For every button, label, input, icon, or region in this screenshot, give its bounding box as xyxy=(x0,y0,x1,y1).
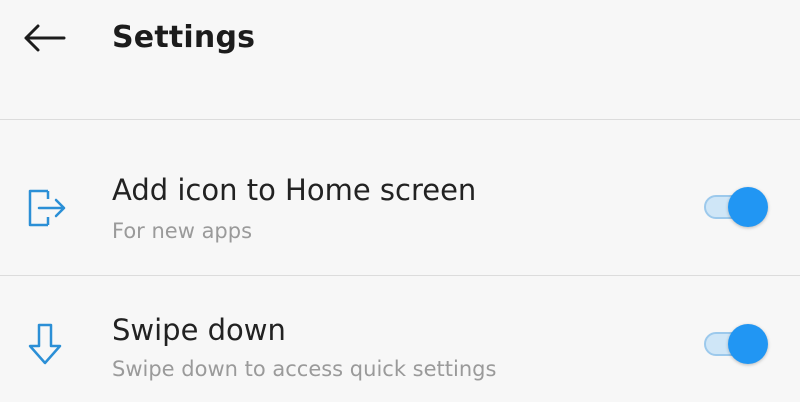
app-bar: Settings xyxy=(0,0,800,78)
toggle-thumb xyxy=(728,187,768,227)
swipe-down-toggle[interactable] xyxy=(702,324,768,364)
setting-subtitle: For new apps xyxy=(112,219,253,243)
setting-title: Add icon to Home screen xyxy=(112,173,477,207)
page-title: Settings xyxy=(112,20,256,55)
toggle-thumb xyxy=(728,324,768,364)
swipe-down-icon xyxy=(22,321,68,367)
back-button[interactable] xyxy=(18,16,70,60)
setting-title: Swipe down xyxy=(112,313,286,347)
setting-row-add-icon[interactable]: Add icon to Home screen For new apps xyxy=(0,120,800,243)
add-to-home-icon xyxy=(22,185,68,231)
setting-row-swipe-down[interactable]: Swipe down Swipe down to access quick se… xyxy=(0,276,800,396)
add-icon-toggle[interactable] xyxy=(702,187,768,227)
back-arrow-icon xyxy=(24,24,66,52)
setting-subtitle: Swipe down to access quick settings xyxy=(112,357,497,381)
